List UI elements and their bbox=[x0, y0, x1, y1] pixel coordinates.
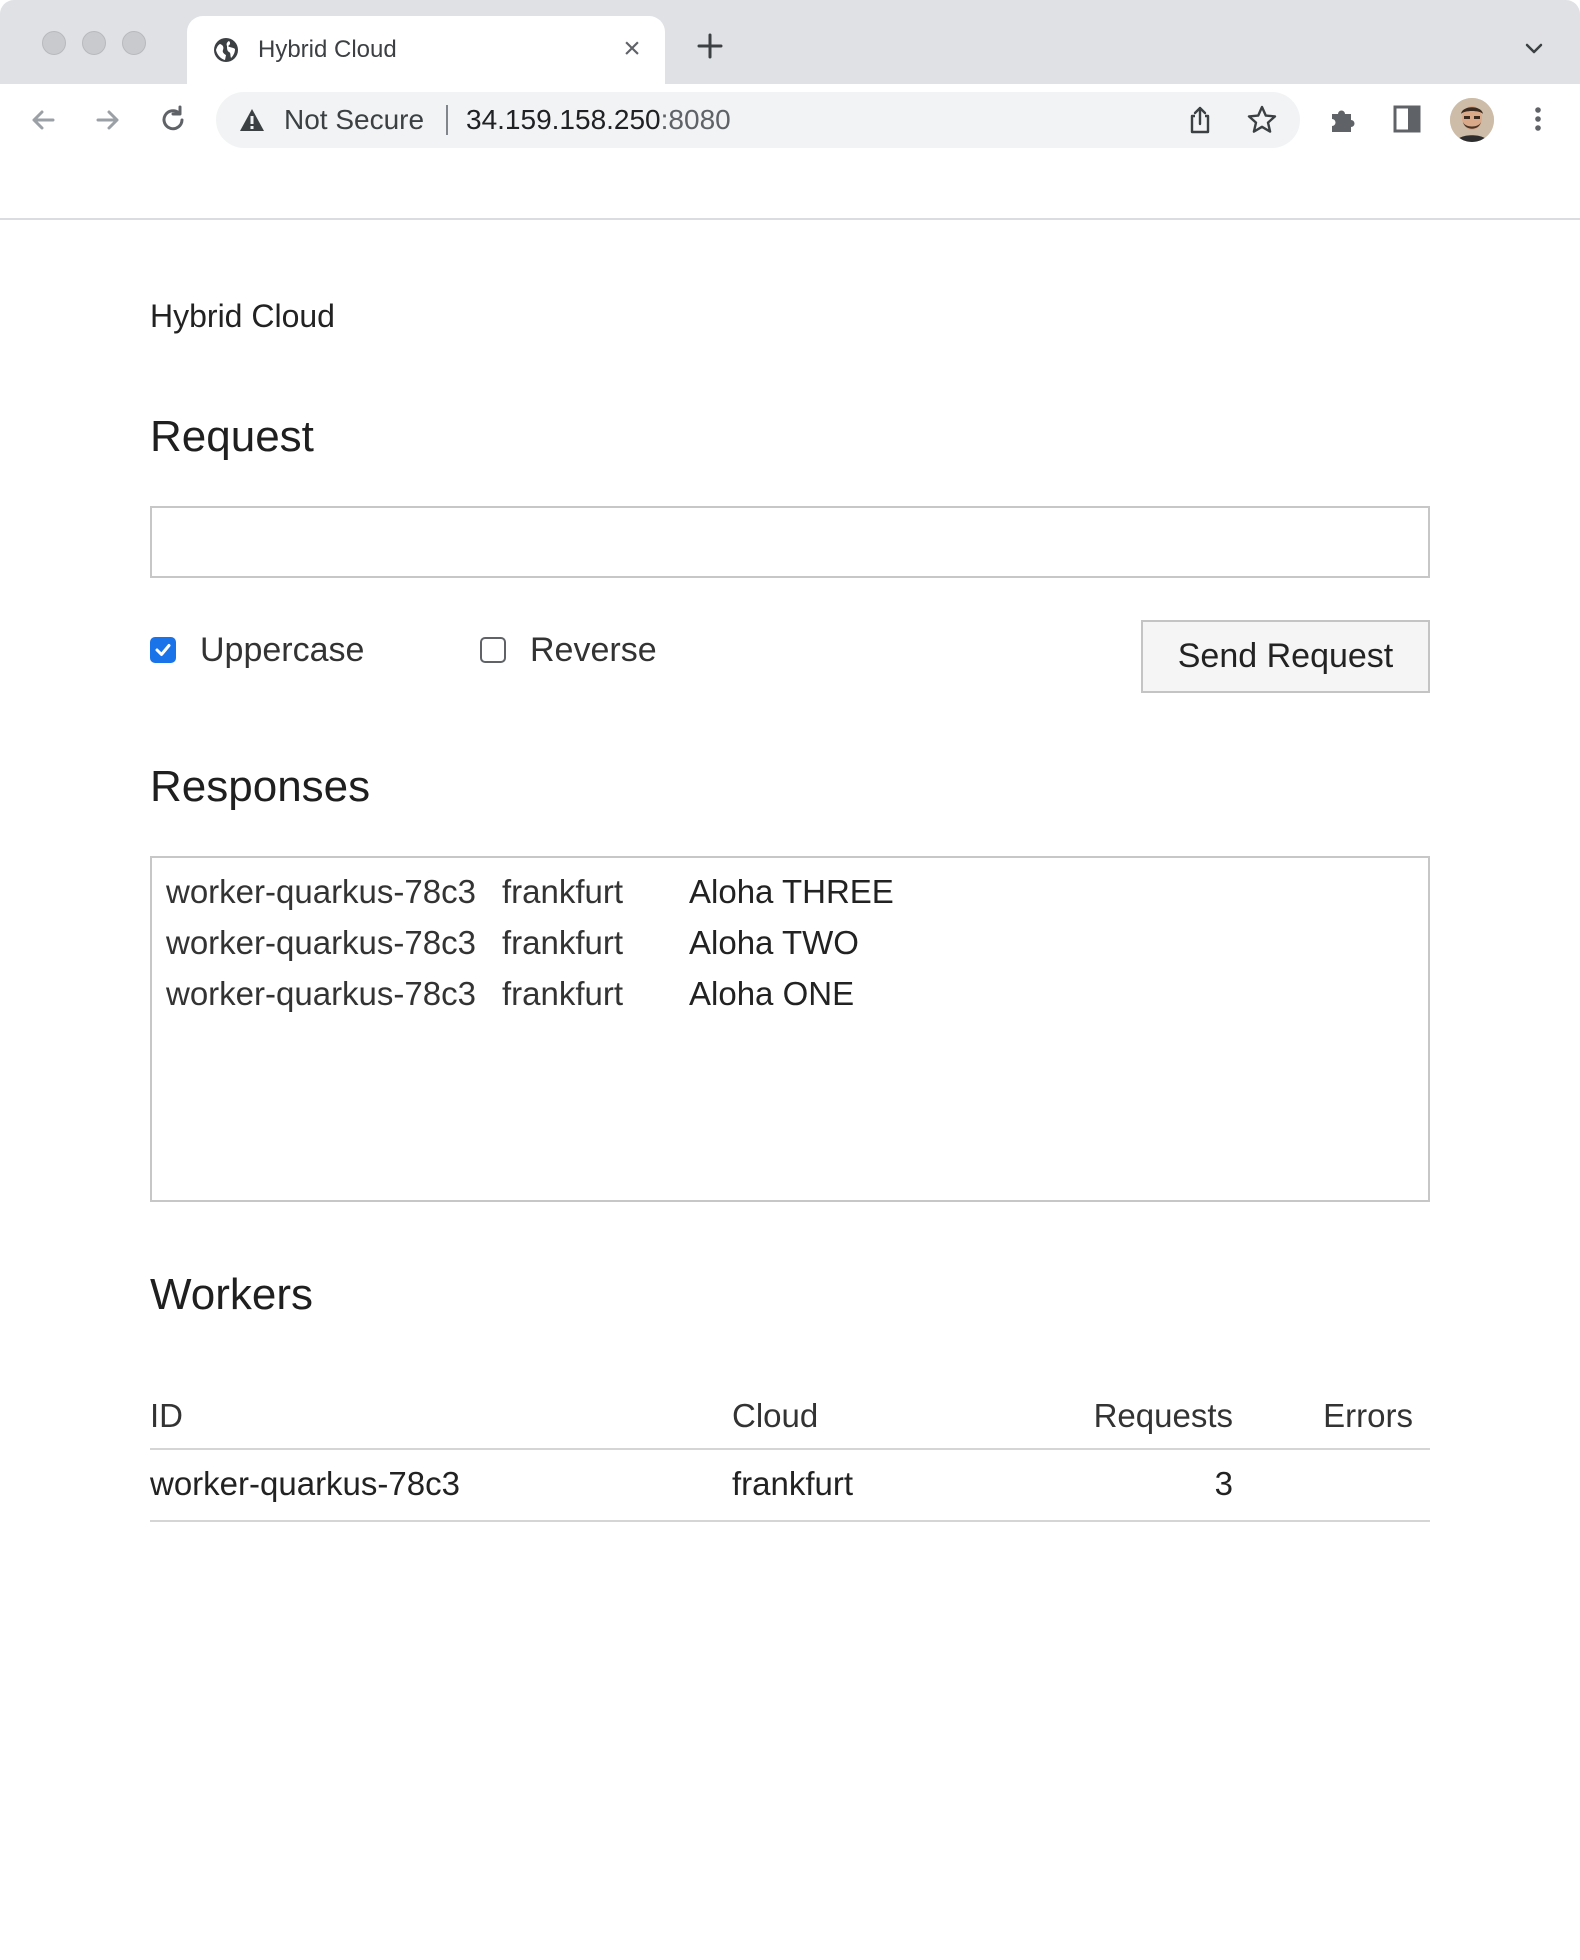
uppercase-option[interactable]: Uppercase bbox=[150, 620, 364, 680]
response-item: worker-quarkus-78c3 frankfurt Aloha ONE bbox=[166, 968, 1414, 1019]
uppercase-checkbox[interactable] bbox=[150, 637, 176, 663]
reverse-label: Reverse bbox=[530, 631, 657, 669]
app-title: Hybrid Cloud bbox=[150, 298, 335, 334]
response-cloud: frankfurt bbox=[502, 923, 624, 961]
bookmark-star-icon[interactable] bbox=[1246, 104, 1278, 136]
worker-id-cell: worker-quarkus-78c3 bbox=[150, 1465, 460, 1502]
profile-photo-icon bbox=[1450, 98, 1494, 142]
forward-arrow-icon[interactable] bbox=[90, 102, 126, 138]
request-heading: Request bbox=[150, 412, 314, 461]
browser-tab[interactable]: Hybrid Cloud × bbox=[187, 16, 665, 84]
response-cloud: frankfurt bbox=[502, 872, 624, 910]
table-header-row: ID Cloud Requests Errors bbox=[150, 1368, 1430, 1450]
browser-window: Hybrid Cloud × Not Secure 34.159.158.250… bbox=[0, 0, 1580, 1960]
more-options-kebab-icon[interactable] bbox=[1522, 102, 1554, 136]
response-worker: worker-quarkus-78c3 bbox=[166, 872, 476, 910]
workers-table: ID Cloud Requests Errors worker-quarkus-… bbox=[150, 1368, 1430, 1522]
minimize-window-button[interactable] bbox=[82, 31, 106, 55]
responses-list[interactable]: worker-quarkus-78c3 frankfurt Aloha THRE… bbox=[150, 856, 1430, 1202]
response-message: Aloha ONE bbox=[689, 974, 855, 1012]
tab-strip: Hybrid Cloud × bbox=[0, 0, 1580, 84]
url-host: 34.159.158.250 bbox=[466, 104, 661, 135]
worker-cloud-cell: frankfurt bbox=[732, 1465, 854, 1502]
side-panel-icon[interactable] bbox=[1390, 102, 1424, 136]
globe-icon bbox=[214, 38, 238, 62]
tab-search-chevron-down-icon[interactable] bbox=[1522, 36, 1546, 60]
response-worker: worker-quarkus-78c3 bbox=[166, 923, 476, 961]
reload-icon[interactable] bbox=[155, 102, 191, 138]
response-message: Aloha TWO bbox=[689, 923, 859, 961]
browser-toolbar: Not Secure 34.159.158.250:8080 bbox=[0, 84, 1580, 156]
request-input[interactable] bbox=[150, 506, 1430, 578]
extensions-puzzle-icon[interactable] bbox=[1326, 102, 1360, 136]
tab-title: Hybrid Cloud bbox=[258, 36, 397, 63]
column-header-id: ID bbox=[150, 1397, 183, 1434]
url-port: :8080 bbox=[660, 104, 731, 135]
reverse-checkbox[interactable] bbox=[480, 637, 506, 663]
column-header-requests: Requests bbox=[1093, 1397, 1233, 1434]
profile-avatar[interactable] bbox=[1450, 98, 1494, 142]
omnibox-divider bbox=[446, 105, 448, 135]
column-header-cloud: Cloud bbox=[732, 1397, 819, 1434]
workers-heading: Workers bbox=[150, 1270, 313, 1319]
worker-requests-cell: 3 bbox=[1214, 1465, 1233, 1502]
response-worker: worker-quarkus-78c3 bbox=[166, 974, 476, 1012]
table-row: worker-quarkus-78c3 frankfurt 3 bbox=[150, 1450, 1430, 1522]
uppercase-label: Uppercase bbox=[200, 631, 365, 669]
response-item: worker-quarkus-78c3 frankfurt Aloha TWO bbox=[166, 917, 1414, 968]
address-bar[interactable]: Not Secure 34.159.158.250:8080 bbox=[216, 92, 1300, 148]
column-header-errors: Errors bbox=[1323, 1397, 1413, 1434]
share-icon[interactable] bbox=[1184, 104, 1216, 136]
reverse-option[interactable]: Reverse bbox=[480, 620, 657, 680]
response-item: worker-quarkus-78c3 frankfurt Aloha THRE… bbox=[166, 866, 1414, 917]
response-cloud: frankfurt bbox=[502, 974, 624, 1012]
tab-close-icon[interactable]: × bbox=[617, 34, 647, 64]
warning-triangle-icon[interactable] bbox=[238, 107, 266, 133]
security-status-label[interactable]: Not Secure bbox=[284, 104, 424, 136]
toolbar-bottom-divider bbox=[0, 156, 1580, 220]
response-message: Aloha THREE bbox=[689, 872, 894, 910]
back-arrow-icon[interactable] bbox=[25, 102, 61, 138]
send-request-button[interactable]: Send Request bbox=[1141, 620, 1430, 693]
close-window-button[interactable] bbox=[42, 31, 66, 55]
responses-heading: Responses bbox=[150, 762, 371, 811]
checkmark-icon bbox=[155, 644, 171, 656]
url-text[interactable]: 34.159.158.250:8080 bbox=[466, 104, 731, 136]
maximize-window-button[interactable] bbox=[122, 31, 146, 55]
new-tab-plus-icon[interactable] bbox=[693, 29, 727, 63]
